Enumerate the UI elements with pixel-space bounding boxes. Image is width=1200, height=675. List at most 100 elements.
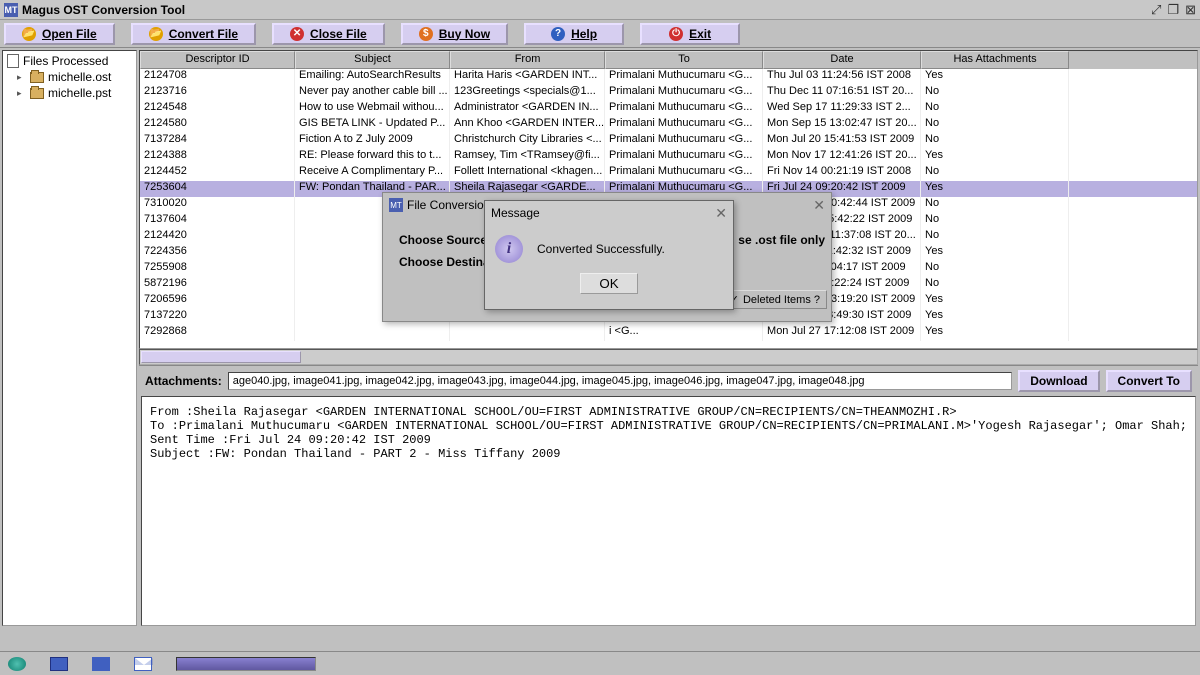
table-cell: No <box>921 277 1069 293</box>
info-icon: i <box>495 235 523 263</box>
buy-now-button[interactable]: $ Buy Now <box>401 23 508 45</box>
app-title: Magus OST Conversion Tool <box>22 3 185 17</box>
source-hint: se .ost file only <box>738 233 825 247</box>
deleted-items-checkbox[interactable]: ✓ Deleted Items ? <box>723 290 827 309</box>
tree-item-ost[interactable]: ▸ michelle.ost <box>5 69 134 85</box>
convert-to-button[interactable]: Convert To <box>1106 370 1192 392</box>
tree-item-label: michelle.pst <box>48 86 111 100</box>
table-cell: Follett International <khagen... <box>450 165 605 181</box>
attachments-input[interactable] <box>228 372 1013 390</box>
table-cell: Administrator <GARDEN IN... <box>450 101 605 117</box>
message-dialog: Message ✕ i Converted Successfully. OK <box>484 200 734 310</box>
column-header[interactable]: Has Attachments <box>921 51 1069 69</box>
table-cell: Emailing: AutoSearchResults <box>295 69 450 85</box>
window-close-icon[interactable]: ⊠ <box>1185 2 1196 18</box>
table-cell: Never pay another cable bill ... <box>295 85 450 101</box>
help-icon: ? <box>551 27 565 41</box>
scrollbar-thumb[interactable] <box>141 351 301 363</box>
deleted-items-label: Deleted Items ? <box>743 294 820 306</box>
table-cell: 2124548 <box>140 101 295 117</box>
table-row[interactable]: 2124548How to use Webmail withou...Admin… <box>140 101 1197 117</box>
cart-icon: $ <box>419 27 433 41</box>
table-cell: No <box>921 165 1069 181</box>
folder-icon <box>30 72 44 83</box>
globe-icon[interactable] <box>8 657 26 671</box>
table-cell: Christchurch City Libraries <... <box>450 133 605 149</box>
table-cell: Primalani Muthucumaru <G... <box>605 85 763 101</box>
table-cell: Primalani Muthucumaru <G... <box>605 133 763 149</box>
progress-bar <box>176 657 316 671</box>
calendar-icon[interactable] <box>50 657 68 671</box>
window-restore-icon[interactable]: ⤢ <box>1151 2 1161 18</box>
column-header[interactable]: From <box>450 51 605 69</box>
table-cell: i <G... <box>605 325 763 341</box>
table-cell: Mon Sep 15 13:02:47 IST 20... <box>763 117 921 133</box>
tree-item-pst[interactable]: ▸ michelle.pst <box>5 85 134 101</box>
help-button[interactable]: ? Help <box>524 23 624 45</box>
column-header[interactable]: Subject <box>295 51 450 69</box>
table-cell: Ramsey, Tim <TRamsey@fi... <box>450 149 605 165</box>
expand-icon[interactable]: ▸ <box>17 72 26 83</box>
statusbar <box>0 651 1200 675</box>
table-row[interactable]: 2124580GIS BETA LINK - Updated P...Ann K… <box>140 117 1197 133</box>
convert-file-button[interactable]: 📂 Convert File <box>131 23 256 45</box>
ok-button[interactable]: OK <box>580 273 637 294</box>
table-row[interactable]: 2124708Emailing: AutoSearchResultsHarita… <box>140 69 1197 85</box>
file-tree-sidebar[interactable]: Files Processed ▸ michelle.ost ▸ michell… <box>2 50 137 626</box>
table-cell: Harita Haris <GARDEN INT... <box>450 69 605 85</box>
close-file-button[interactable]: ✕ Close File <box>272 23 385 45</box>
close-icon[interactable]: ✕ <box>813 197 825 214</box>
table-cell: No <box>921 101 1069 117</box>
grid-header: Descriptor ID Subject From To Date Has A… <box>140 51 1197 69</box>
table-row[interactable]: 7292868i <G...Mon Jul 27 17:12:08 IST 20… <box>140 325 1197 341</box>
open-file-button[interactable]: 📂 Open File <box>4 23 115 45</box>
help-label: Help <box>571 27 597 41</box>
page-icon <box>7 54 19 68</box>
table-cell: Mon Nov 17 12:41:26 IST 20... <box>763 149 921 165</box>
table-cell: Receive A Complimentary P... <box>295 165 450 181</box>
table-cell: Yes <box>921 181 1069 197</box>
download-button[interactable]: Download <box>1018 370 1099 392</box>
table-cell: 7137284 <box>140 133 295 149</box>
table-cell: 2124420 <box>140 229 295 245</box>
table-cell: Wed Sep 17 11:29:33 IST 2... <box>763 101 921 117</box>
exit-button[interactable]: ⏻ Exit <box>640 23 740 45</box>
table-cell: Primalani Muthucumaru <G... <box>605 101 763 117</box>
tree-item-label: michelle.ost <box>48 70 111 84</box>
table-cell: 2124452 <box>140 165 295 181</box>
column-header[interactable]: Date <box>763 51 921 69</box>
close-icon[interactable]: ✕ <box>715 205 727 222</box>
column-header[interactable]: Descriptor ID <box>140 51 295 69</box>
exit-label: Exit <box>689 27 711 41</box>
window-maximize-icon[interactable]: ❐ <box>1167 2 1179 18</box>
table-cell: Primalani Muthucumaru <G... <box>605 165 763 181</box>
table-cell: 2124388 <box>140 149 295 165</box>
table-cell: How to use Webmail withou... <box>295 101 450 117</box>
mail-icon[interactable] <box>134 657 152 671</box>
table-cell: Primalani Muthucumaru <G... <box>605 149 763 165</box>
table-cell <box>295 325 450 341</box>
tree-root-item[interactable]: Files Processed <box>5 53 134 69</box>
table-cell: RE: Please forward this to t... <box>295 149 450 165</box>
table-row[interactable]: 2124388RE: Please forward this to t...Ra… <box>140 149 1197 165</box>
mail-preview: From :Sheila Rajasegar <GARDEN INTERNATI… <box>141 396 1196 626</box>
table-row[interactable]: 7137284Fiction A to Z July 2009Christchu… <box>140 133 1197 149</box>
expand-icon[interactable]: ▸ <box>17 88 26 99</box>
exit-icon: ⏻ <box>669 27 683 41</box>
contacts-icon[interactable] <box>92 657 110 671</box>
table-cell: Yes <box>921 293 1069 309</box>
table-cell: 123Greetings <specials@1... <box>450 85 605 101</box>
table-cell: Fiction A to Z July 2009 <box>295 133 450 149</box>
table-cell: Yes <box>921 245 1069 261</box>
table-cell: 7253604 <box>140 181 295 197</box>
horizontal-scrollbar[interactable] <box>139 349 1198 365</box>
folder-open-icon: 📂 <box>22 27 36 41</box>
table-cell: Yes <box>921 309 1069 325</box>
table-cell: Thu Jul 03 11:24:56 IST 2008 <box>763 69 921 85</box>
table-cell: Yes <box>921 325 1069 341</box>
table-cell: 7206596 <box>140 293 295 309</box>
column-header[interactable]: To <box>605 51 763 69</box>
table-row[interactable]: 2124452Receive A Complimentary P...Folle… <box>140 165 1197 181</box>
table-cell: Mon Jul 20 15:41:53 IST 2009 <box>763 133 921 149</box>
table-row[interactable]: 2123716Never pay another cable bill ...1… <box>140 85 1197 101</box>
